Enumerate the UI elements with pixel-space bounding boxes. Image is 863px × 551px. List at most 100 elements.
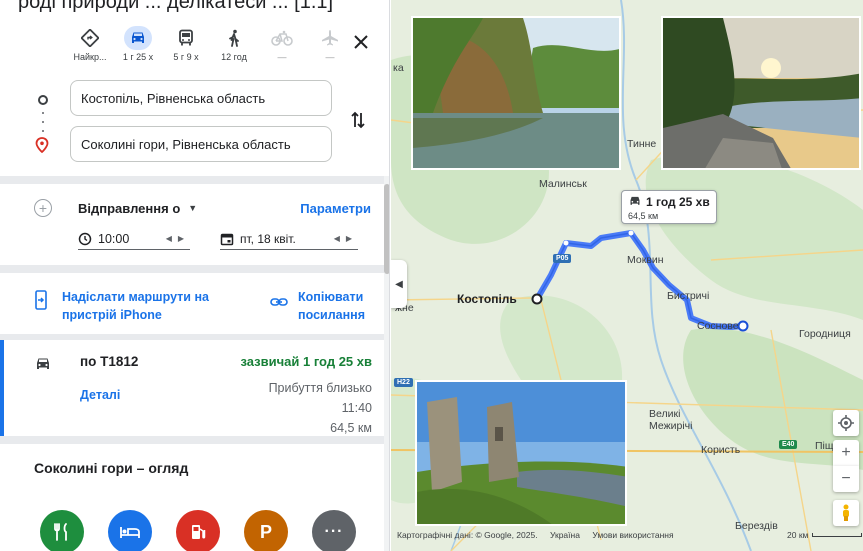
copy-link-line2: посилання — [298, 308, 365, 322]
bus-icon — [172, 26, 200, 50]
date-picker[interactable]: пт, 18 квіт. ◀▶ — [220, 228, 358, 250]
send-to-phone-line2: пристрій iPhone — [62, 308, 162, 322]
map-label-sosnove: Соснове — [697, 320, 739, 332]
departure-datetime-row: 10:00 ◀▶ пт, 18 квіт. ◀▶ — [78, 228, 358, 250]
departure-row: + Відправлення о ▼ Параметри — [34, 198, 371, 218]
map-label-ka: ка — [393, 62, 404, 74]
map-label-horodnytsia: Городниця — [799, 328, 851, 340]
car-icon — [630, 196, 640, 205]
mode-bike[interactable]: — — [258, 26, 306, 70]
mode-transit[interactable]: 5 г 9 х — [162, 26, 210, 70]
link-icon — [270, 298, 288, 306]
route-distance: 64,5 км — [330, 421, 372, 435]
mode-flight-label: — — [325, 52, 335, 62]
section-divider — [0, 436, 389, 444]
destination-input[interactable]: Соколині гори, Рівненська область — [70, 126, 332, 162]
route-dots-icon — [42, 112, 44, 132]
attribution-text: Картографічні дані: © Google, 2025. — [397, 530, 538, 540]
map-canvas[interactable]: ка Тинне Малинськ Костопіль Моквин Бистр… — [391, 0, 863, 551]
map-label-velyki-mezhyrichi: Великі Межирічі — [649, 408, 693, 432]
mode-bike-label: — — [277, 52, 287, 62]
route-option-card[interactable]: по Т1812 зазвичай 1 год 25 хв Деталі При… — [0, 340, 389, 438]
swap-icon — [351, 111, 365, 129]
parking-button[interactable]: P — [244, 510, 288, 551]
plane-icon — [316, 26, 344, 50]
route-name: по Т1812 — [80, 354, 139, 369]
arrival-time: 11:40 — [341, 401, 372, 415]
route-arrival-info: Прибуття близько 11:40 64,5 км — [269, 378, 372, 438]
mode-walk[interactable]: 12 год — [210, 26, 258, 70]
photo-castle-ruins — [415, 380, 627, 526]
road-shield-p05: P05 — [553, 254, 572, 263]
gas-stations-button[interactable] — [176, 510, 220, 551]
arrival-label: Прибуття близько — [268, 381, 372, 395]
mode-transit-label: 5 г 9 х — [173, 52, 199, 62]
map-attribution: Картографічні дані: © Google, 2025. Укра… — [397, 530, 684, 540]
my-location-button[interactable] — [833, 410, 859, 436]
walk-icon — [220, 26, 248, 50]
photo-river-sunset — [661, 16, 861, 170]
diamond-turn-icon — [76, 26, 104, 50]
date-stepper-icon[interactable]: ◀▶ — [334, 234, 358, 243]
callout-distance: 64,5 км — [628, 211, 659, 221]
map-label-berezdiv: Берездів — [735, 520, 778, 532]
add-stop-icon[interactable]: + — [34, 199, 52, 217]
map-scale[interactable]: 20 км — [787, 530, 863, 540]
more-icon: ··· — [324, 523, 344, 540]
hotels-button[interactable] — [108, 510, 152, 551]
section-divider — [0, 265, 389, 273]
map-label-mokvyn: Моквин — [627, 254, 664, 266]
mode-flight[interactable]: — — [306, 26, 354, 70]
scrollbar-thumb[interactable] — [384, 184, 389, 274]
restaurants-button[interactable] — [40, 510, 84, 551]
road-shield-h22: H22 — [394, 378, 413, 387]
collapse-panel-button[interactable]: ◀ — [391, 260, 407, 308]
close-directions-button[interactable] — [349, 30, 373, 54]
cropped-top-text: роді природи ... делікатеси ... [1.1] — [0, 0, 389, 14]
copy-link-button[interactable]: Копіювати посилання — [270, 288, 365, 324]
mode-car[interactable]: 1 г 25 х — [114, 26, 162, 70]
parking-icon: P — [259, 521, 272, 542]
origin-circle-icon — [38, 95, 48, 105]
attribution-terms-link[interactable]: Умови використання — [592, 530, 673, 540]
calendar-icon — [220, 233, 234, 245]
close-icon — [354, 35, 368, 49]
car-icon — [124, 26, 152, 50]
time-stepper-icon[interactable]: ◀▶ — [166, 234, 190, 243]
send-to-phone-line1: Надіслати маршрути на — [62, 290, 209, 304]
send-to-phone-button[interactable]: Надіслати маршрути на пристрій iPhone — [34, 288, 209, 324]
route-usual-duration: зазвичай 1 год 25 хв — [240, 354, 372, 369]
chevron-left-icon: ◀ — [395, 278, 403, 290]
bike-icon — [268, 26, 296, 50]
panel-scrollbar[interactable] — [384, 176, 389, 551]
mode-best[interactable]: Найкр... — [66, 26, 114, 70]
scale-bar — [812, 533, 863, 537]
map-label-kostopil: Костопіль — [457, 292, 517, 306]
time-picker[interactable]: 10:00 ◀▶ — [78, 228, 190, 250]
maps-window: роді природи ... делікатеси ... [1.1] На… — [0, 0, 863, 551]
crosshair-icon — [838, 415, 854, 431]
attribution-ukraine[interactable]: Україна — [550, 530, 580, 540]
departure-dropdown[interactable]: Відправлення о — [78, 201, 180, 216]
parameters-link[interactable]: Параметри — [300, 201, 371, 216]
route-duration-callout[interactable]: 1 год 25 хв 64,5 км — [621, 190, 717, 224]
route-details-link[interactable]: Деталі — [80, 388, 120, 402]
swap-locations-button[interactable] — [350, 110, 366, 135]
zoom-out-button[interactable]: − — [833, 466, 859, 492]
mode-best-label: Найкр... — [73, 52, 107, 62]
road-shield-e40: E40 — [779, 440, 798, 449]
send-to-device-icon — [35, 290, 47, 310]
scale-label: 20 км — [787, 530, 809, 540]
car-icon — [34, 356, 52, 377]
destination-pin-icon — [35, 137, 49, 158]
origin-input[interactable]: Костопіль, Рівненська область — [70, 80, 332, 116]
share-row: Надіслати маршрути на пристрій iPhone Ко… — [34, 288, 365, 324]
bed-icon — [120, 527, 140, 538]
more-categories-button[interactable]: ··· — [312, 510, 356, 551]
mode-car-label: 1 г 25 х — [122, 52, 154, 62]
street-view-pegman[interactable] — [833, 500, 859, 526]
cropped-top-label: роді природи ... делікатеси ... [1.1] — [18, 0, 334, 13]
minus-icon: − — [841, 470, 851, 487]
mode-walk-label: 12 год — [221, 52, 247, 62]
zoom-in-button[interactable]: + — [833, 440, 859, 466]
